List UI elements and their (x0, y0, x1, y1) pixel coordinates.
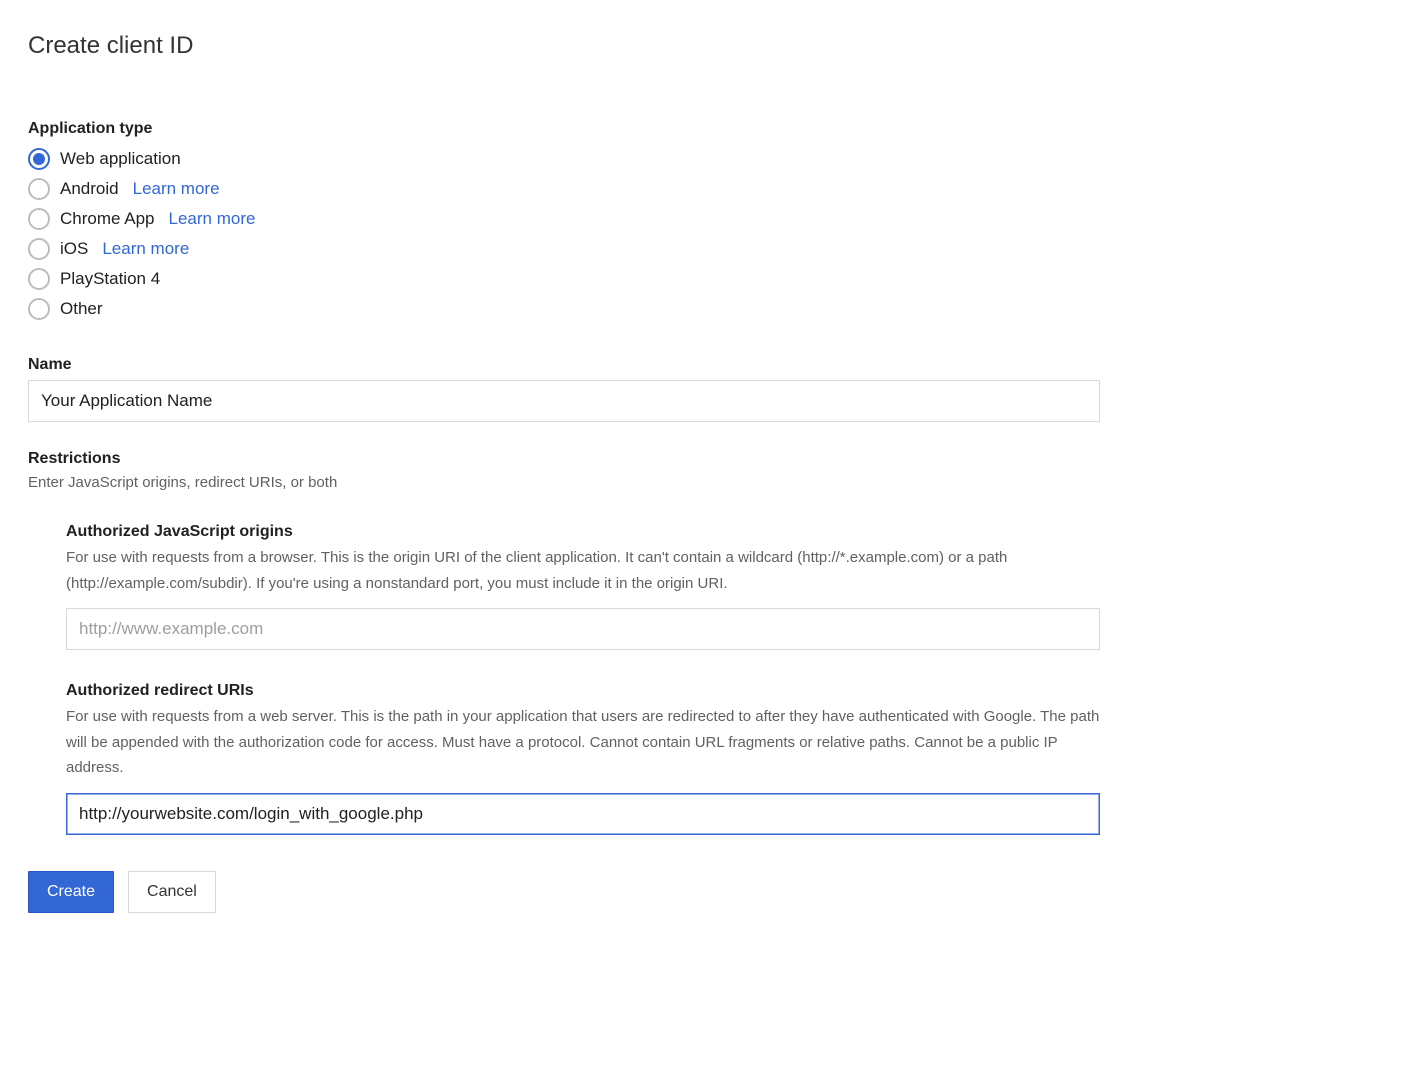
restrictions-section: Restrictions Enter JavaScript origins, r… (28, 450, 1378, 835)
radio-icon[interactable] (28, 148, 50, 170)
radio-label: Web application (60, 149, 181, 169)
cancel-button[interactable]: Cancel (128, 871, 216, 913)
js-origins-desc: For use with requests from a browser. Th… (66, 545, 1100, 596)
radio-row-ios[interactable]: iOS Learn more (28, 234, 1378, 264)
radio-label: Chrome App (60, 209, 155, 229)
create-button[interactable]: Create (28, 871, 114, 913)
radio-row-other[interactable]: Other (28, 294, 1378, 324)
restrictions-label: Restrictions (28, 450, 1378, 468)
radio-icon[interactable] (28, 178, 50, 200)
radio-label: Other (60, 299, 103, 319)
application-type-label: Application type (28, 120, 1378, 138)
learn-more-link[interactable]: Learn more (133, 179, 220, 199)
radio-row-web-application[interactable]: Web application (28, 144, 1378, 174)
learn-more-link[interactable]: Learn more (169, 209, 256, 229)
radio-icon[interactable] (28, 268, 50, 290)
name-input[interactable] (28, 380, 1100, 422)
radio-row-playstation-4[interactable]: PlayStation 4 (28, 264, 1378, 294)
redirect-uris-block: Authorized redirect URIs For use with re… (66, 682, 1100, 835)
name-section: Name (28, 356, 1378, 422)
radio-icon[interactable] (28, 208, 50, 230)
application-type-group: Application type Web application Android… (28, 120, 1378, 324)
radio-label: PlayStation 4 (60, 269, 160, 289)
name-label: Name (28, 356, 1378, 374)
page-title: Create client ID (28, 32, 1378, 60)
button-row: Create Cancel (28, 871, 1378, 913)
redirect-uris-input[interactable] (66, 793, 1100, 835)
redirect-uris-desc: For use with requests from a web server.… (66, 704, 1100, 781)
js-origins-input[interactable] (66, 608, 1100, 650)
radio-label: iOS (60, 239, 88, 259)
js-origins-block: Authorized JavaScript origins For use wi… (66, 523, 1100, 650)
radio-row-android[interactable]: Android Learn more (28, 174, 1378, 204)
redirect-uris-title: Authorized redirect URIs (66, 682, 1100, 700)
radio-icon[interactable] (28, 238, 50, 260)
restrictions-hint: Enter JavaScript origins, redirect URIs,… (28, 474, 1378, 491)
js-origins-title: Authorized JavaScript origins (66, 523, 1100, 541)
radio-label: Android (60, 179, 119, 199)
radio-row-chrome-app[interactable]: Chrome App Learn more (28, 204, 1378, 234)
radio-icon[interactable] (28, 298, 50, 320)
learn-more-link[interactable]: Learn more (102, 239, 189, 259)
